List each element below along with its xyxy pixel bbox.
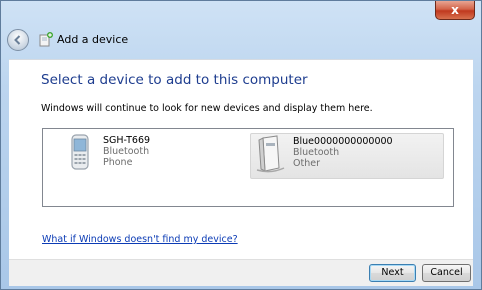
device-type: Bluetooth	[293, 147, 340, 158]
device-name: SGH-T669	[103, 135, 151, 146]
device-category: Other	[293, 158, 320, 169]
main-content: Select a device to add to this computer …	[9, 59, 473, 260]
device-item-sgh-t669[interactable]: SGH-T669 Bluetooth Phone	[61, 133, 201, 177]
title-bar: x Add a device	[1, 1, 481, 59]
device-info: Blue0000000000000 Bluetooth Other	[293, 134, 393, 169]
close-button[interactable]: x	[435, 1, 475, 20]
phone-icon	[71, 134, 89, 170]
generic-device-icon	[256, 135, 285, 173]
add-device-icon	[39, 32, 53, 47]
back-arrow-icon	[14, 35, 21, 45]
device-info: SGH-T669 Bluetooth Phone	[103, 133, 150, 168]
instruction-text: Windows will continue to look for new de…	[41, 103, 373, 114]
window-title: Add a device	[57, 33, 129, 46]
close-icon: x	[451, 3, 459, 17]
cancel-button[interactable]: Cancel	[422, 264, 471, 282]
button-bar: Next Cancel	[9, 259, 473, 286]
back-button[interactable]	[7, 29, 29, 51]
device-name: Blue0000000000000	[293, 136, 393, 147]
page-heading: Select a device to add to this computer	[41, 72, 308, 88]
device-item-blue0000000000000[interactable]: Blue0000000000000 Bluetooth Other	[250, 133, 444, 179]
next-button[interactable]: Next	[369, 264, 416, 282]
device-list[interactable]: SGH-T669 Bluetooth Phone Blue00000000000…	[42, 128, 454, 207]
dialog-window: x Add a device Select a device to add to…	[0, 0, 482, 290]
device-category: Phone	[103, 157, 133, 168]
help-link[interactable]: What if Windows doesn't find my device?	[42, 234, 238, 245]
device-type: Bluetooth	[103, 146, 150, 157]
